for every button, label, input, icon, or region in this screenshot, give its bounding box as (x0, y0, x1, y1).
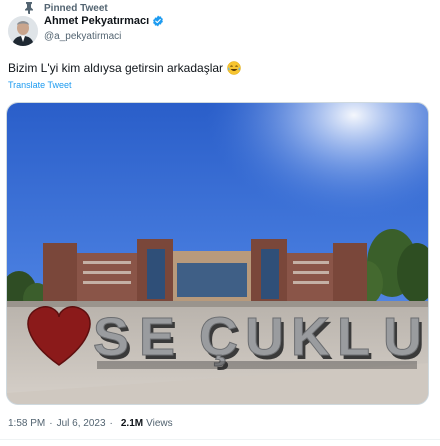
divider (0, 439, 440, 440)
tweet-time[interactable]: 1:58 PM (8, 418, 45, 429)
views-label: Views (146, 418, 173, 429)
sign-letter: Ç (199, 307, 238, 367)
views-count: 2.1M (120, 418, 144, 429)
sign-letter: U (383, 307, 422, 367)
pinned-indicator: Pinned Tweet (22, 0, 108, 16)
author-name-row[interactable]: Ahmet Pekyatırmacı (44, 15, 164, 27)
pinned-label: Pinned Tweet (44, 2, 108, 14)
sign-letter: K (291, 307, 330, 367)
sign-letter: L (337, 307, 370, 367)
sign-letter: U (245, 307, 284, 367)
tweet-photo[interactable]: SSEEÇÇUUKKLLUU (6, 102, 429, 405)
tweet-meta: 1:58 PM · Jul 6, 2023 · 2.1M Views (8, 418, 173, 429)
author-name[interactable]: Ahmet Pekyatırmacı (44, 15, 149, 27)
tweet-text: Bizim L'yi kim aldıysa getirsin arkadaşl… (8, 61, 224, 75)
sign-letter: E (139, 307, 175, 367)
meta-separator: · (49, 418, 53, 429)
author-handle[interactable]: @a_pekyatirmaci (44, 31, 121, 42)
verified-badge-icon (152, 15, 164, 27)
meta-separator-2: · (109, 418, 113, 429)
face-with-tears-of-joy-icon (227, 61, 241, 75)
sign-letter: S (93, 307, 129, 367)
tweet-text-row: Bizim L'yi kim aldıysa getirsin arkadaşl… (8, 61, 241, 75)
translate-tweet-link[interactable]: Translate Tweet (8, 80, 72, 90)
tweet-date[interactable]: Jul 6, 2023 (57, 418, 106, 429)
pin-icon (22, 1, 36, 15)
avatar[interactable] (8, 16, 38, 46)
